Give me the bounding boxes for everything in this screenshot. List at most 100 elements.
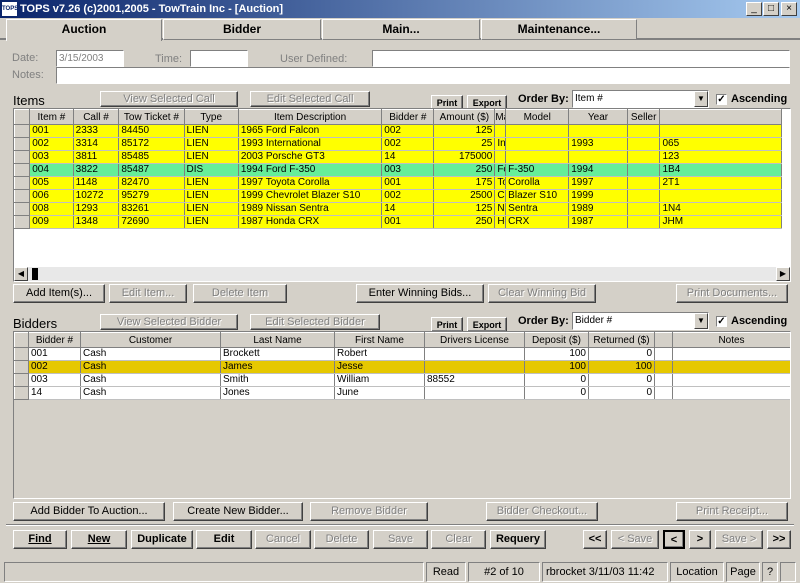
items-cell[interactable]: 72690: [118, 215, 185, 229]
items-cell[interactable]: [494, 124, 507, 138]
items-cell[interactable]: 001: [29, 124, 74, 138]
items-cell[interactable]: Nissan: [494, 202, 507, 216]
items-cell[interactable]: 250: [433, 163, 496, 177]
items-cell[interactable]: [627, 124, 661, 138]
bidders-cell[interactable]: Robert: [334, 347, 425, 361]
items-column-header[interactable]: [659, 109, 783, 125]
items-cell[interactable]: 3822: [73, 163, 120, 177]
bidders-column-header[interactable]: Notes: [672, 332, 790, 348]
items-horizontal-scrollbar[interactable]: ◀ ▶: [14, 267, 790, 281]
next-record-button[interactable]: >: [689, 530, 711, 549]
items-cell[interactable]: 1993: [568, 137, 628, 151]
create-new-bidder-button[interactable]: Create New Bidder...: [173, 502, 303, 521]
items-cell[interactable]: [659, 189, 783, 203]
items-column-header[interactable]: Seller: [626, 109, 661, 125]
bidders-column-header[interactable]: Deposit ($): [524, 332, 589, 348]
last-record-button[interactable]: >>: [767, 530, 791, 549]
bidders-cell[interactable]: 002: [28, 360, 81, 374]
items-column-header[interactable]: Item #: [29, 109, 74, 125]
bidders-cell[interactable]: [654, 347, 673, 361]
items-cell[interactable]: 1997: [568, 176, 628, 190]
view-selected-call-button[interactable]: View Selected Call: [100, 91, 238, 107]
tab-auction[interactable]: Auction: [6, 19, 162, 41]
delete-button[interactable]: Delete: [314, 530, 369, 549]
items-cell[interactable]: 065: [659, 137, 783, 151]
items-cell[interactable]: Chevrolet: [494, 189, 507, 203]
edit-button[interactable]: Edit: [196, 530, 252, 549]
bidders-export-button[interactable]: Export: [467, 317, 507, 332]
items-cell[interactable]: 003: [381, 163, 435, 177]
bidders-cell[interactable]: 100: [524, 360, 589, 374]
previous-record-button[interactable]: <: [663, 530, 685, 549]
tab-bidder[interactable]: Bidder: [163, 19, 321, 40]
items-cell[interactable]: [627, 163, 661, 177]
print-documents-button[interactable]: Print Documents...: [676, 284, 788, 303]
bidders-cell[interactable]: 001: [28, 347, 81, 361]
tab-maintenance[interactable]: Maintenance...: [481, 19, 637, 40]
first-record-button[interactable]: <<: [583, 530, 607, 549]
items-cell[interactable]: 2T1: [659, 176, 783, 190]
items-cell[interactable]: 1989 Nissan Sentra: [238, 202, 383, 216]
items-cell[interactable]: 002: [29, 137, 74, 151]
row-selector[interactable]: [14, 150, 31, 164]
items-cell[interactable]: 002: [381, 137, 435, 151]
bidders-row[interactable]: 003 Cash Smith William 88552 0 0: [14, 373, 790, 387]
row-selector[interactable]: [14, 360, 29, 374]
bidders-cell[interactable]: Jones: [220, 386, 335, 400]
items-cell[interactable]: 1994: [568, 163, 628, 177]
bidders-cell[interactable]: [424, 347, 525, 361]
bidders-cell[interactable]: 88552: [424, 373, 525, 387]
items-cell[interactable]: 1B4: [659, 163, 783, 177]
clear-button[interactable]: Clear: [431, 530, 486, 549]
delete-item-button[interactable]: Delete Item: [193, 284, 287, 303]
row-selector[interactable]: [14, 373, 29, 387]
bidders-cell[interactable]: 003: [28, 373, 81, 387]
bidders-cell[interactable]: 0: [588, 373, 655, 387]
bidders-print-button[interactable]: Print: [431, 317, 463, 332]
bidders-cell[interactable]: Cash: [80, 360, 221, 374]
items-cell[interactable]: Toyota: [494, 176, 507, 190]
status-page[interactable]: Page: [726, 562, 760, 582]
items-cell[interactable]: LIEN: [184, 137, 239, 151]
print-receipt-button[interactable]: Print Receipt...: [676, 502, 788, 521]
items-row[interactable]: 005 1148 82470 LIEN 1997 Toyota Corolla 001 17…: [14, 176, 791, 190]
items-cell[interactable]: 1348: [73, 215, 120, 229]
items-column-header[interactable]: Type: [183, 109, 239, 125]
bidders-row[interactable]: 001 Cash Brockett Robert 100 0: [14, 347, 790, 361]
close-icon[interactable]: ×: [781, 2, 797, 16]
items-row[interactable]: 003 3811 85485 LIEN 2003 Porsche GT3 14 175000…: [14, 150, 791, 164]
save-previous-button[interactable]: < Save: [611, 530, 659, 549]
bidders-cell[interactable]: James: [220, 360, 335, 374]
bidder-checkout-button[interactable]: Bidder Checkout...: [486, 502, 598, 521]
items-cell[interactable]: 25: [433, 137, 496, 151]
items-cell[interactable]: 003: [29, 150, 74, 164]
items-ascending-checkbox[interactable]: ✓: [716, 94, 727, 105]
status-help[interactable]: ?: [762, 562, 778, 582]
items-cell[interactable]: 1999 Chevrolet Blazer S10: [238, 189, 383, 203]
row-selector[interactable]: [14, 163, 31, 177]
bidders-column-header[interactable]: First Name: [334, 332, 425, 348]
bidders-cell[interactable]: [672, 347, 790, 361]
items-order-by-select[interactable]: Item # ▼: [572, 90, 709, 108]
items-column-header[interactable]: Tow Ticket #: [118, 109, 185, 125]
items-cell[interactable]: 10272: [73, 189, 120, 203]
items-column-header[interactable]: Amount ($): [433, 109, 496, 125]
chevron-down-icon[interactable]: ▼: [694, 91, 708, 107]
bidders-cell[interactable]: Brockett: [220, 347, 335, 361]
items-cell[interactable]: 002: [381, 124, 435, 138]
bidders-cell[interactable]: June: [334, 386, 425, 400]
bidders-cell[interactable]: 0: [588, 347, 655, 361]
duplicate-button[interactable]: Duplicate: [131, 530, 193, 549]
tab-main[interactable]: Main...: [322, 19, 480, 40]
items-cell[interactable]: [627, 215, 661, 229]
items-column-header[interactable]: Model: [505, 109, 570, 125]
items-cell[interactable]: 006: [29, 189, 74, 203]
items-cell[interactable]: 1987: [568, 215, 628, 229]
bidders-cell[interactable]: Smith: [220, 373, 335, 387]
clear-winning-bid-button[interactable]: Clear Winning Bid: [488, 284, 596, 303]
items-cell[interactable]: [568, 150, 628, 164]
items-row[interactable]: 009134872690LIEN1987 Honda CRX001250Hond…: [14, 215, 791, 229]
items-cell[interactable]: Corolla: [505, 176, 570, 190]
items-cell[interactable]: LIEN: [184, 150, 239, 164]
items-cell[interactable]: 1293: [73, 202, 120, 216]
